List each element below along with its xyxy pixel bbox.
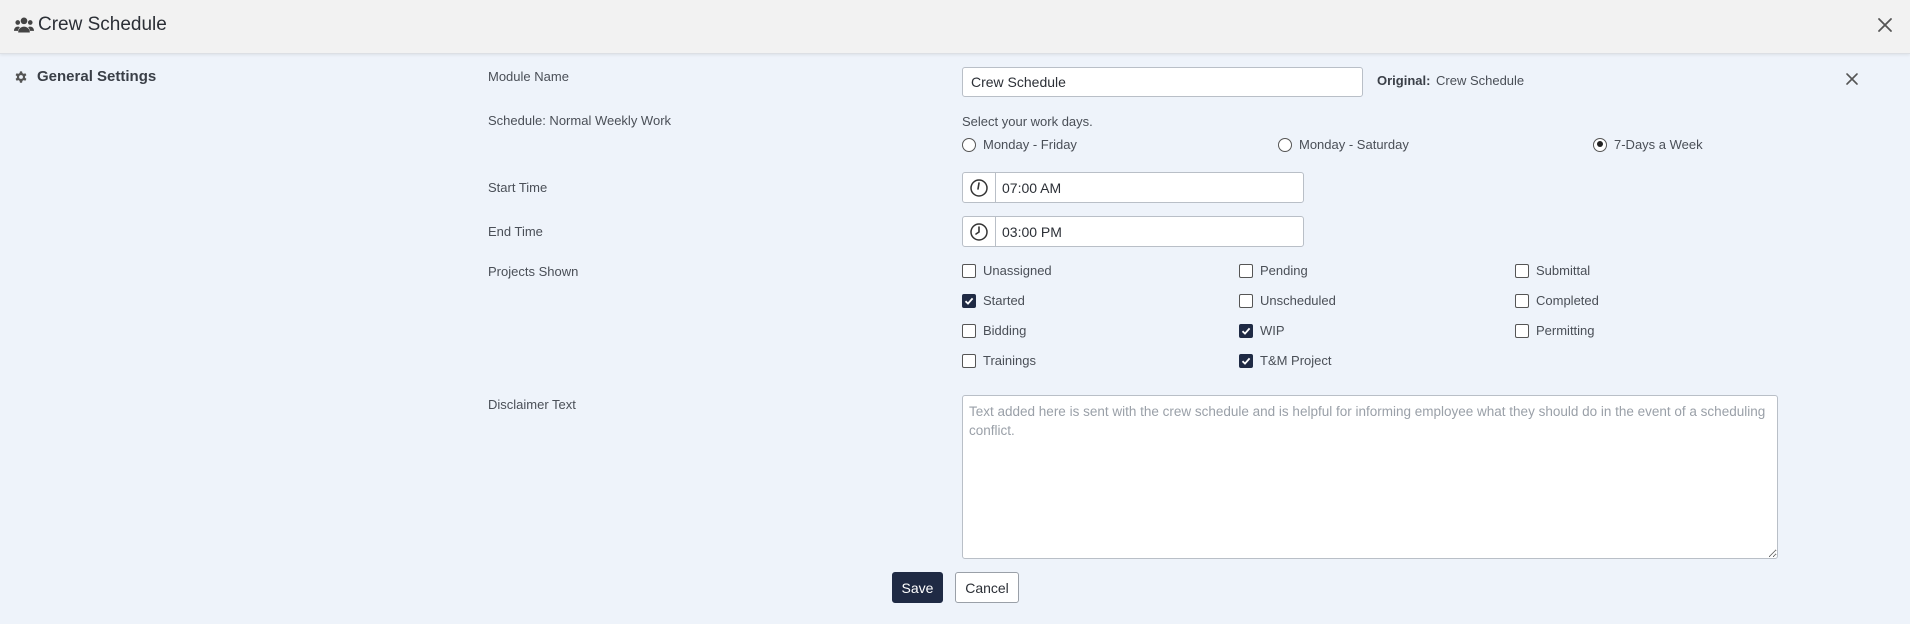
checkbox-box-checked <box>1239 353 1253 368</box>
checkbox-label: Pending <box>1260 263 1308 278</box>
checkbox-unscheduled[interactable]: Unscheduled <box>1239 293 1336 308</box>
sidebar-item-label: General Settings <box>37 68 157 85</box>
checkbox-label: WIP <box>1260 323 1285 338</box>
module-name-label: Module Name <box>488 69 569 84</box>
projects-shown-label: Projects Shown <box>488 264 579 279</box>
start-time-label: Start Time <box>488 180 548 195</box>
title-bar: Crew Schedule <box>0 0 1910 54</box>
checkbox-permitting[interactable]: Permitting <box>1515 323 1595 338</box>
check-icon <box>964 297 974 305</box>
original-label: Original: <box>1377 73 1431 88</box>
checkbox-started[interactable]: Started <box>962 293 1025 308</box>
checkbox-box <box>1239 263 1253 278</box>
cancel-button[interactable]: Cancel <box>955 572 1019 603</box>
checkbox-label: Unassigned <box>983 263 1052 278</box>
disclaimer-label: Disclaimer Text <box>488 397 576 412</box>
close-icon[interactable] <box>1876 16 1894 34</box>
check-icon <box>1241 327 1251 335</box>
checkbox-completed[interactable]: Completed <box>1515 293 1599 308</box>
clock-icon[interactable] <box>963 217 996 246</box>
checkbox-box <box>1515 293 1529 308</box>
radio-label: Monday - Saturday <box>1299 137 1409 152</box>
checkbox-label: Bidding <box>983 323 1027 338</box>
radio-monday-friday[interactable]: Monday - Friday <box>962 137 1077 152</box>
checkbox-label: Unscheduled <box>1260 293 1336 308</box>
close-icon[interactable] <box>1844 71 1860 87</box>
checkbox-box-checked <box>1239 323 1253 338</box>
checkbox-unassigned[interactable]: Unassigned <box>962 263 1052 278</box>
checkbox-pending[interactable]: Pending <box>1239 263 1308 278</box>
check-icon <box>1241 357 1251 365</box>
checkbox-box <box>962 323 976 338</box>
radio-label: Monday - Friday <box>983 137 1077 152</box>
checkbox-label: Submittal <box>1536 263 1591 278</box>
end-time-field <box>962 216 1304 247</box>
end-time-input[interactable] <box>996 217 1303 246</box>
checkbox-box <box>1515 263 1529 278</box>
checkbox-label: T&M Project <box>1260 353 1332 368</box>
radio-monday-saturday[interactable]: Monday - Saturday <box>1278 137 1409 152</box>
checkbox-label: Trainings <box>983 353 1036 368</box>
radio-label: 7-Days a Week <box>1614 137 1703 152</box>
gear-icon <box>15 70 27 83</box>
checkbox-trainings[interactable]: Trainings <box>962 353 1036 368</box>
disclaimer-textarea[interactable] <box>962 395 1778 559</box>
checkbox-box <box>1515 323 1529 338</box>
sidebar-item-general-settings[interactable]: General Settings <box>14 68 156 85</box>
radio-7-days-a-week[interactable]: 7-Days a Week <box>1593 137 1703 152</box>
checkbox-box <box>962 353 976 368</box>
schedule-hint: Select your work days. <box>962 114 1093 129</box>
checkbox-bidding[interactable]: Bidding <box>962 323 1026 338</box>
checkbox-label: Permitting <box>1536 323 1595 338</box>
checkbox-tm-project[interactable]: T&M Project <box>1239 353 1332 368</box>
save-button[interactable]: Save <box>892 572 943 603</box>
checkbox-wip[interactable]: WIP <box>1239 323 1285 338</box>
start-time-field <box>962 172 1304 203</box>
schedule-label: Schedule: Normal Weekly Work <box>488 113 672 128</box>
checkbox-box-checked <box>962 293 976 308</box>
radio-circle <box>1278 137 1292 152</box>
checkbox-box <box>1239 293 1253 308</box>
users-icon <box>14 17 34 33</box>
checkbox-label: Started <box>983 293 1025 308</box>
page-title: Crew Schedule <box>38 14 167 35</box>
end-time-label: End Time <box>488 224 543 239</box>
radio-circle-selected <box>1593 137 1607 152</box>
radio-circle <box>962 137 976 152</box>
checkbox-submittal[interactable]: Submittal <box>1515 263 1590 278</box>
start-time-input[interactable] <box>996 173 1303 202</box>
clock-icon[interactable] <box>963 173 996 202</box>
checkbox-box <box>962 263 976 278</box>
original-value: Crew Schedule <box>1436 73 1525 88</box>
module-name-input[interactable] <box>962 67 1363 97</box>
checkbox-label: Completed <box>1536 293 1599 308</box>
